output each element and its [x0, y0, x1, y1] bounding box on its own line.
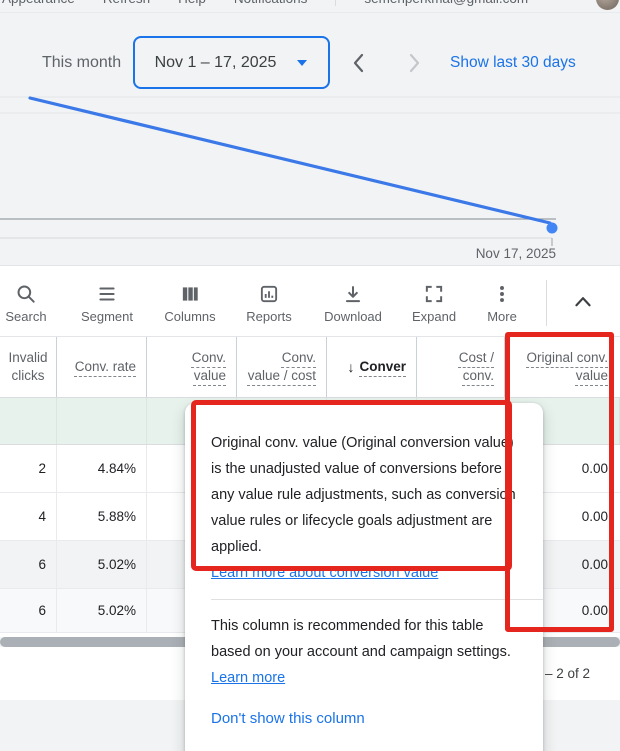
summary-cell: [0, 398, 57, 444]
cell-invalid-clicks: 4: [0, 493, 57, 540]
tooltip-divider: [211, 599, 543, 600]
chart-x-axis-end-label: Nov 17, 2025: [475, 246, 556, 261]
toolbar-more[interactable]: More: [472, 283, 532, 324]
toolbar-search[interactable]: Search: [0, 283, 52, 324]
chevron-left-icon: [353, 53, 364, 73]
search-icon: [17, 285, 35, 303]
account-email[interactable]: semenperkmal@gmail.com: [364, 0, 528, 6]
chart-endpoint-dot: [546, 222, 558, 234]
avatar[interactable]: [596, 0, 619, 10]
cell-invalid-clicks: 6: [0, 541, 57, 588]
show-last-30-days-link[interactable]: Show last 30 days: [450, 54, 576, 72]
expand-icon: [425, 285, 443, 303]
top-menu-bar: Appearance Refresh Help Notifications se…: [0, 0, 620, 13]
date-preset-label: This month: [42, 54, 122, 71]
chevron-up-icon: [575, 297, 591, 307]
sort-desc-arrow-icon: ↓: [347, 359, 355, 375]
cell-conv-rate: 5.88%: [57, 493, 147, 540]
col-header-label: Conv. rate: [74, 359, 136, 374]
col-header-label: Conv. value / cost: [247, 350, 316, 383]
annotation-box-tooltip-definition: [191, 400, 512, 571]
chevron-right-icon: [409, 53, 420, 73]
collapse-table-button[interactable]: [571, 287, 601, 317]
col-header-label: Conver: [359, 359, 406, 374]
performance-chart: Nov 17, 2025: [0, 95, 620, 265]
summary-cell: [57, 398, 147, 444]
date-range-picker[interactable]: Nov 1 – 17, 2025: [133, 36, 330, 89]
google-ads-screen: Appearance Refresh Help Notifications se…: [0, 0, 620, 751]
col-header-conv-value[interactable]: Conv. value: [147, 337, 237, 397]
cell-conv-rate: 5.02%: [57, 541, 147, 588]
toolbar-reports-label: Reports: [246, 309, 292, 324]
dropdown-caret-icon: [297, 59, 308, 66]
segment-icon: [99, 287, 115, 301]
col-header-label: Invalid clicks: [8, 350, 48, 383]
col-header-invalid-clicks[interactable]: Invalid clicks: [0, 337, 57, 397]
col-header-conversions-sorted[interactable]: ↓ Conver: [327, 337, 417, 397]
toolbar-search-label: Search: [5, 309, 47, 324]
recommendation-learn-more-link[interactable]: Learn more: [211, 665, 285, 691]
topbar-divider: [335, 0, 337, 6]
menu-appearance[interactable]: Appearance: [2, 0, 75, 6]
toolbar-expand[interactable]: Expand: [399, 283, 469, 324]
chart-series-line: [28, 96, 552, 225]
toolbar-expand-label: Expand: [411, 309, 457, 324]
download-icon: [345, 286, 361, 303]
recommendation-text: This column is recommended for this tabl…: [211, 618, 511, 660]
toolbar-download-label: Download: [324, 309, 382, 324]
pagination-label: – 2 of 2: [545, 666, 591, 681]
col-header-conv-rate[interactable]: Conv. rate: [57, 337, 147, 397]
toolbar-download[interactable]: Download: [317, 283, 389, 324]
cell-invalid-clicks: 6: [0, 589, 57, 632]
next-period-button[interactable]: [400, 50, 426, 76]
col-header-label: Conv. value: [191, 350, 226, 383]
toolbar-segment-label: Segment: [80, 309, 134, 324]
cell-conv-rate: 5.02%: [57, 589, 147, 632]
cell-invalid-clicks: 2: [0, 445, 57, 492]
reports-icon: [260, 285, 278, 303]
menu-help[interactable]: Help: [178, 0, 206, 6]
dont-show-column-button[interactable]: Don't show this column: [211, 710, 517, 727]
menu-notifications[interactable]: Notifications: [234, 0, 308, 6]
prev-period-button[interactable]: [347, 50, 373, 76]
toolbar-columns-label: Columns: [164, 309, 216, 324]
col-header-conv-value-cost[interactable]: Conv. value / cost: [237, 337, 327, 397]
toolbar-divider: [546, 280, 547, 326]
chart-canvas: [0, 96, 620, 246]
annotation-box-original-conv-value-column: [505, 332, 614, 632]
menu-refresh[interactable]: Refresh: [103, 0, 150, 6]
toolbar-reports[interactable]: Reports: [234, 283, 304, 324]
cell-conv-rate: 4.84%: [57, 445, 147, 492]
toolbar-segment[interactable]: Segment: [70, 283, 144, 324]
columns-icon: [182, 287, 198, 301]
tooltip-recommendation-text: This column is recommended for this tabl…: [211, 613, 517, 691]
toolbar-more-label: More: [487, 309, 517, 324]
col-header-label: Cost / conv.: [458, 350, 494, 383]
date-range-value: Nov 1 – 17, 2025: [154, 53, 277, 71]
more-icon: [500, 285, 504, 303]
col-header-cost-conv[interactable]: Cost / conv.: [417, 337, 505, 397]
toolbar-columns[interactable]: Columns: [153, 283, 227, 324]
